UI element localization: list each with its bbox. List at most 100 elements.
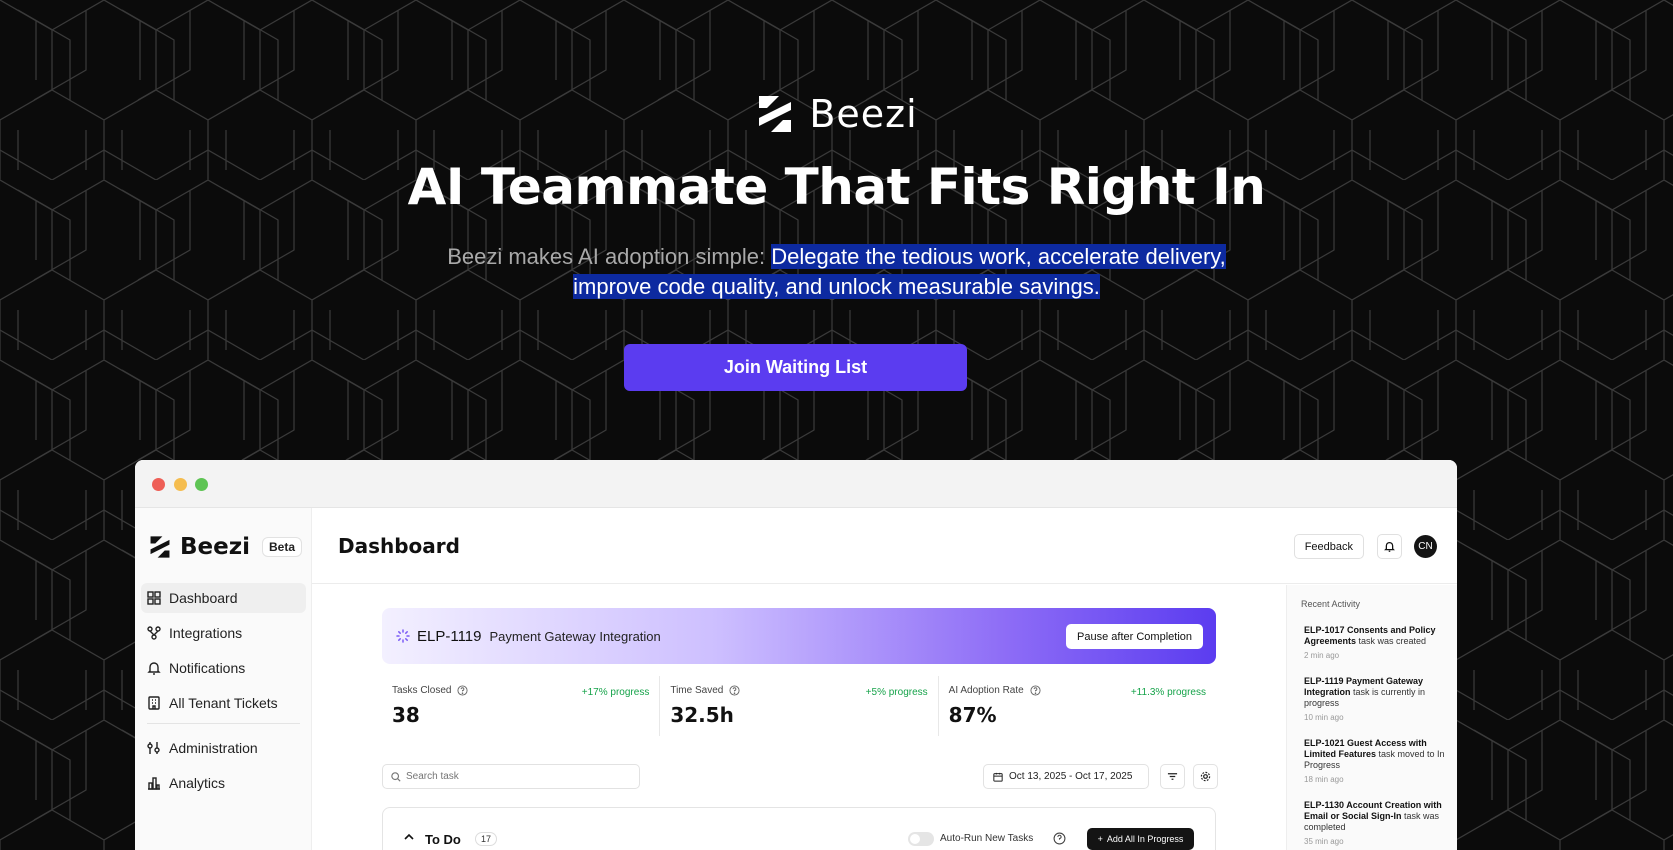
active-task-banner: ELP-1119 Payment Gateway Integration Pau… (382, 608, 1216, 664)
help-icon[interactable] (457, 685, 469, 696)
hero-subtitle-plain: Beezi makes AI adoption simple: (447, 244, 772, 269)
help-icon[interactable] (729, 685, 740, 696)
filter-button[interactable] (1160, 764, 1185, 789)
add-all-in-progress-button[interactable]: + Add All In Progress (1087, 828, 1194, 850)
activity-item[interactable]: ELP-1017 Consents and Policy Agreements … (1301, 625, 1445, 660)
plus-icon: + (1097, 834, 1103, 844)
sidebar-item-administration[interactable]: Administration (141, 733, 306, 763)
activity-text: ELP-1017 Consents and Policy Agreements … (1304, 625, 1445, 647)
beta-badge: Beta (262, 537, 303, 557)
activity-item[interactable]: ELP-1021 Guest Access with Limited Featu… (1301, 738, 1445, 784)
window-minimize-dot[interactable] (174, 478, 187, 491)
banner-ticket-id: ELP-1119 (417, 627, 482, 645)
sidebar-item-label: Notifications (169, 660, 246, 676)
notifications-button[interactable] (1377, 534, 1402, 559)
calendar-icon (993, 772, 1003, 782)
sidebar-brand-name: Beezi (180, 534, 250, 560)
sidebar-item-label: Integrations (169, 625, 243, 641)
stat-progress: +5% progress (865, 687, 928, 698)
activity-time: 10 min ago (1304, 713, 1344, 722)
stat-label: AI Adoption Rate (948, 685, 1024, 696)
todo-title: To Do (425, 832, 461, 847)
sidebar-item-notifications[interactable]: Notifications (141, 653, 306, 683)
activity-text: ELP-1021 Guest Access with Limited Featu… (1304, 738, 1445, 771)
help-icon[interactable] (1053, 832, 1066, 845)
stat-progress: +11.3% progress (1130, 687, 1206, 698)
banner-ticket-name: Payment Gateway Integration (489, 628, 661, 644)
stat-value: 38 (392, 703, 420, 727)
building-icon (148, 696, 160, 710)
hero-logo: Beezi (0, 92, 1673, 136)
sidebar-item-label: Dashboard (169, 590, 238, 606)
stat-value: 87% (948, 703, 997, 727)
search-field[interactable] (382, 764, 640, 789)
app-window: Beezi Beta Dashboard Integrations Notifi… (135, 460, 1457, 850)
activity-description: task was created (1356, 636, 1427, 646)
sidebar-item-all-tenant-tickets[interactable]: All Tenant Tickets (141, 688, 306, 718)
sidebar-nav: Dashboard Integrations Notifications All… (141, 583, 306, 803)
stat-time-saved: Time Saved +5% progress 32.5h (659, 676, 937, 736)
bell-icon (1384, 542, 1395, 552)
activity-time: 35 min ago (1304, 837, 1344, 846)
sidebar-item-integrations[interactable]: Integrations (141, 618, 306, 648)
filter-icon (1167, 773, 1178, 780)
activity-item[interactable]: ELP-1119 Payment Gateway Integration tas… (1301, 676, 1445, 722)
bell-icon (147, 662, 161, 675)
activity-time: 2 min ago (1304, 651, 1340, 660)
chevron-up-icon[interactable] (403, 831, 415, 843)
activity-item[interactable]: ELP-1130 Account Creation with Email or … (1301, 800, 1445, 846)
todo-count-badge: 17 (475, 832, 498, 846)
bar-chart-icon (148, 777, 160, 790)
sidebar-item-label: Analytics (169, 775, 226, 791)
gear-icon (1200, 771, 1211, 782)
stat-value: 32.5h (670, 703, 734, 727)
integrations-icon (147, 626, 161, 640)
window-titlebar (135, 460, 1457, 508)
add-all-label: Add All In Progress (1106, 834, 1184, 844)
recent-activity-panel: Recent Activity ELP-1017 Consents and Po… (1286, 585, 1457, 850)
auto-run-label: Auto-Run New Tasks (940, 833, 1034, 844)
recent-activity-title: Recent Activity (1301, 599, 1361, 609)
search-input[interactable] (406, 771, 626, 782)
hero-subtitle-highlight-1: Delegate the tedious work, accelerate de… (771, 244, 1226, 269)
sidebar-item-label: All Tenant Tickets (169, 695, 278, 711)
window-close-dot[interactable] (152, 478, 165, 491)
feedback-button[interactable]: Feedback (1293, 534, 1364, 559)
beezi-logo-icon (150, 536, 170, 558)
stat-progress: +17% progress (581, 687, 650, 698)
beezi-logo-icon (759, 96, 792, 132)
hero-title: AI Teammate That Fits Right In (407, 158, 1266, 216)
grid-icon (147, 591, 161, 605)
page-title: Dashboard (338, 534, 460, 558)
window-maximize-dot[interactable] (195, 478, 208, 491)
sidebar-item-label: Administration (169, 740, 258, 756)
sidebar-item-dashboard[interactable]: Dashboard (141, 583, 306, 613)
date-range-label: Oct 13, 2025 - Oct 17, 2025 (1009, 771, 1133, 782)
activity-time: 18 min ago (1304, 775, 1344, 784)
stat-ai-adoption-rate: AI Adoption Rate +11.3% progress 87% (937, 676, 1216, 736)
spinner-icon (396, 629, 410, 643)
auto-run-toggle[interactable] (908, 832, 934, 846)
help-icon[interactable] (1030, 685, 1041, 696)
sidebar-logo[interactable]: Beezi Beta (148, 534, 303, 560)
search-icon (391, 771, 401, 782)
avatar[interactable]: CN (1414, 535, 1437, 558)
todo-section: To Do 17 Auto-Run New Tasks + Add All In… (382, 807, 1216, 850)
settings-button[interactable] (1193, 764, 1218, 789)
main-content: Dashboard Feedback CN ELP-1119 Payment G… (312, 508, 1457, 850)
date-range-picker[interactable]: Oct 13, 2025 - Oct 17, 2025 (983, 764, 1149, 789)
stat-label: Time Saved (670, 685, 724, 696)
stat-tasks-closed: Tasks Closed +17% progress 38 (382, 676, 659, 736)
sidebar-divider (147, 723, 300, 724)
stat-label: Tasks Closed (392, 685, 452, 696)
hero-subtitle: Beezi makes AI adoption simple: Delegate… (0, 242, 1673, 302)
sliders-icon (147, 742, 160, 754)
stats-row: Tasks Closed +17% progress 38 Time Saved… (382, 676, 1216, 736)
activity-text: ELP-1119 Payment Gateway Integration tas… (1304, 676, 1445, 709)
pause-after-completion-button[interactable]: Pause after Completion (1066, 624, 1203, 649)
sidebar-item-analytics[interactable]: Analytics (141, 768, 306, 798)
activity-text: ELP-1130 Account Creation with Email or … (1304, 800, 1445, 833)
join-waiting-list-button[interactable]: Join Waiting List (624, 344, 967, 391)
topbar: Dashboard Feedback CN (312, 508, 1457, 584)
hero-brand-name: Beezi (809, 92, 918, 136)
